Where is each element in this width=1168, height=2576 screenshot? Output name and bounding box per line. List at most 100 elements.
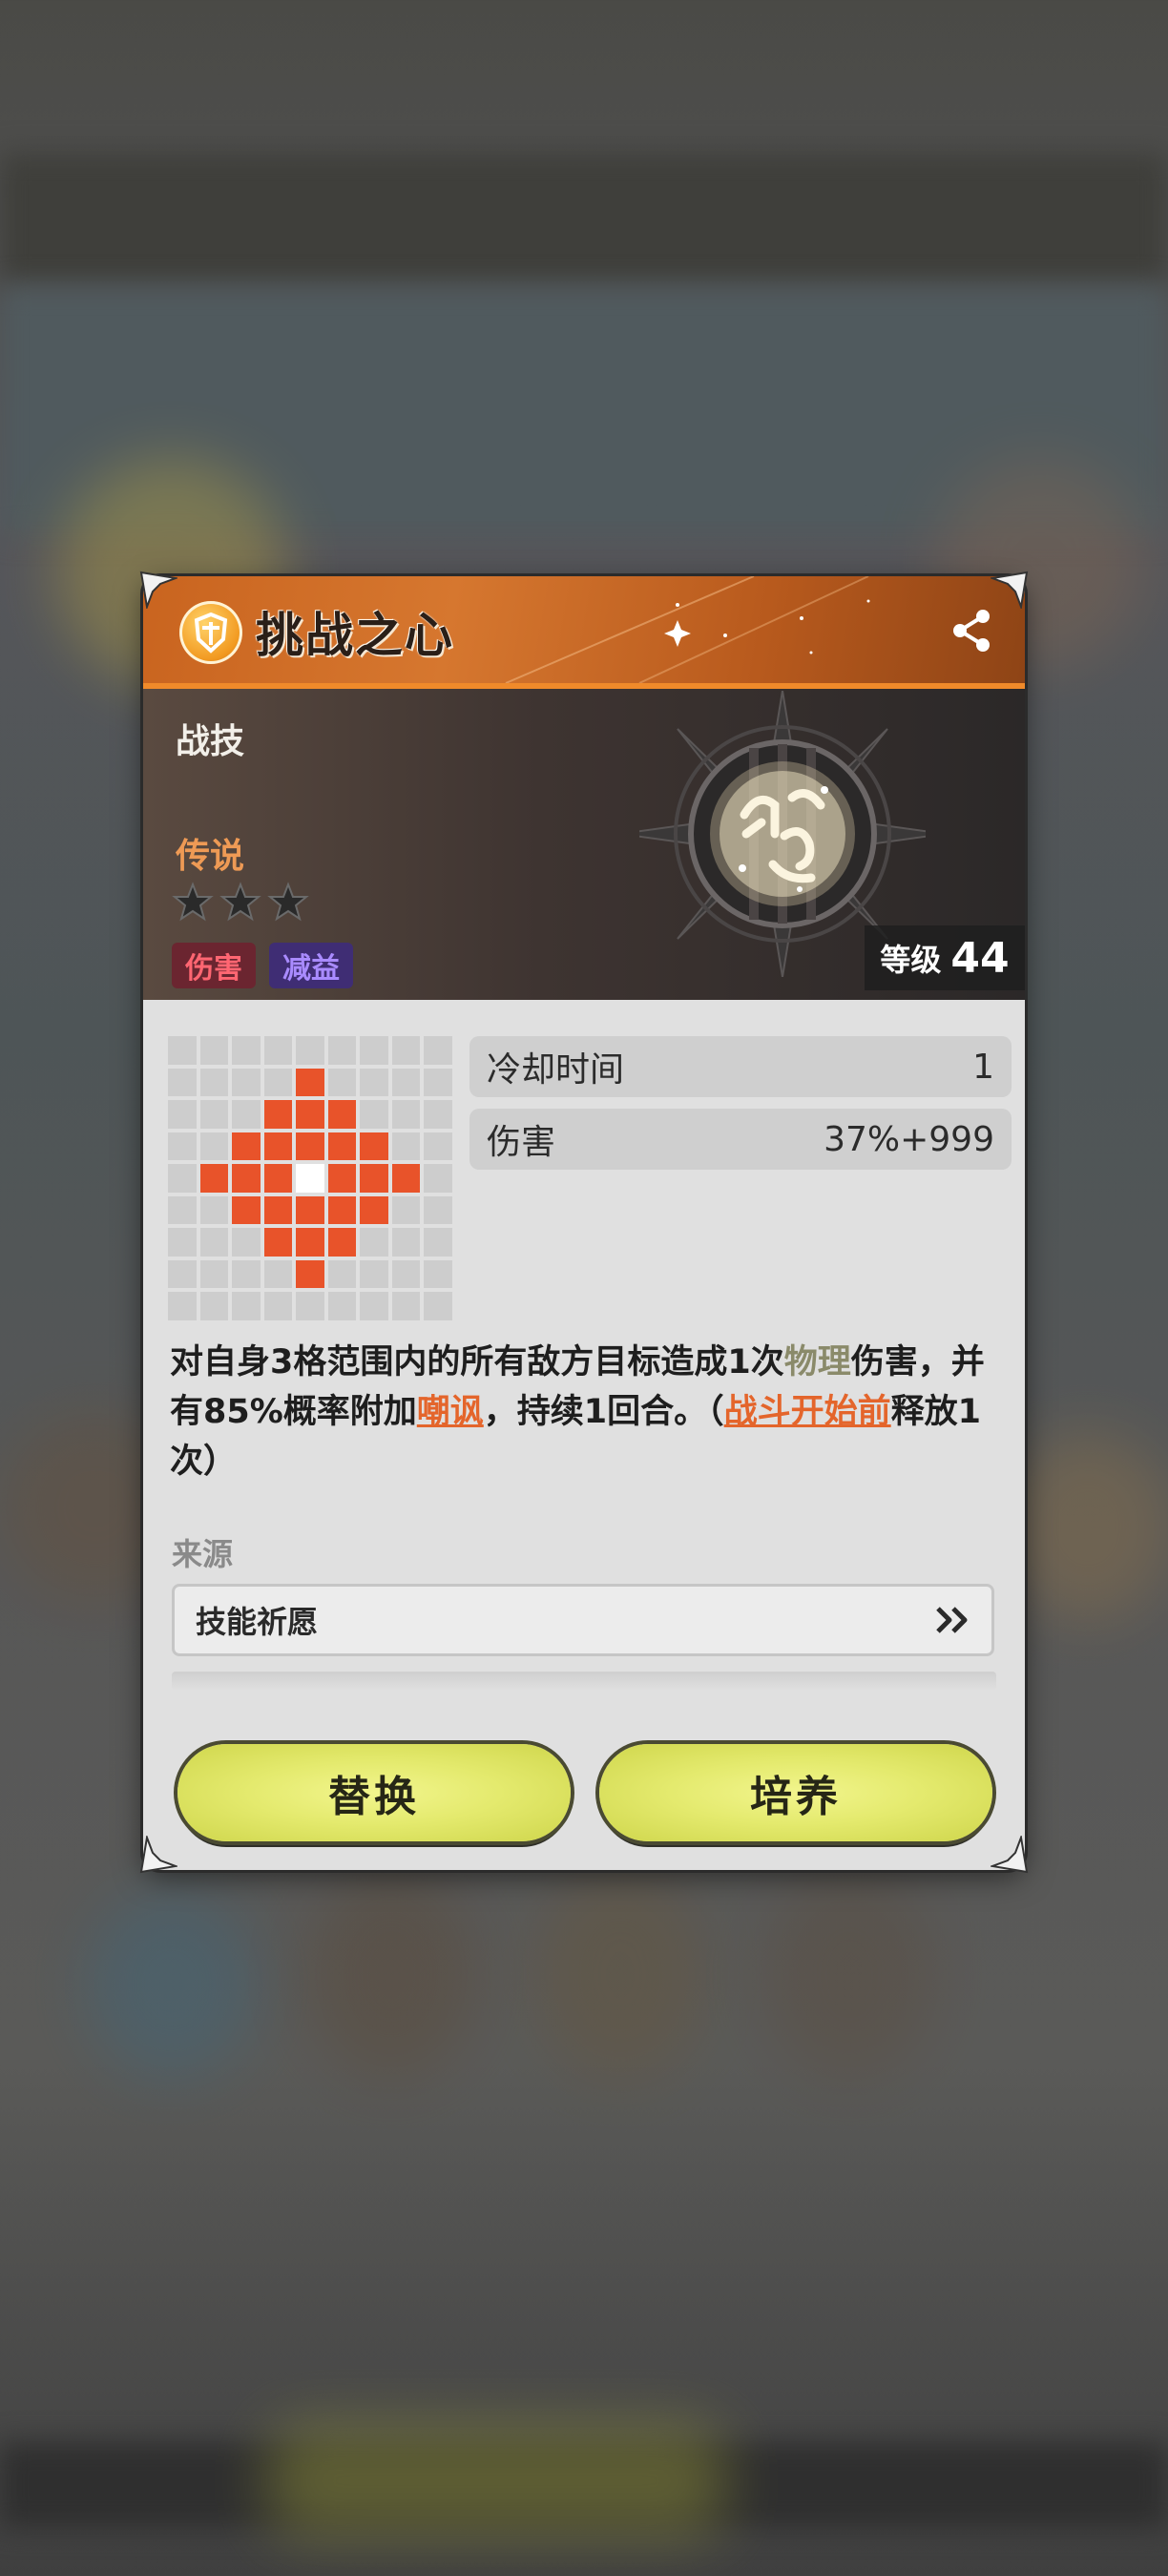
star-icon [267, 882, 309, 922]
grid-cell [199, 1259, 229, 1289]
grid-cell [327, 1259, 357, 1289]
skill-details: 冷却时间 1 伤害 37%+999 对自身3格范围内的所有敌方目标造成1次物理伤… [143, 1000, 1025, 1870]
tag-damage: 伤害 [172, 943, 256, 988]
grid-cell [360, 1036, 388, 1065]
desc-text: 对自身3格范围内的所有敌方目标造成1次 [170, 1343, 784, 1381]
attack-range-grid [168, 1036, 452, 1320]
grid-cell-hit [263, 1195, 293, 1225]
grid-cell [360, 1100, 388, 1129]
grid-cell-hit [327, 1164, 357, 1193]
grid-cell [232, 1228, 261, 1257]
grid-cell-hit [391, 1164, 421, 1193]
grid-cell-hit [263, 1164, 293, 1193]
skill-level: 等级 44 [865, 925, 1025, 990]
grid-cell [168, 1068, 197, 1097]
grid-cell-hit [327, 1132, 357, 1161]
grid-cell [424, 1132, 452, 1161]
source-value: 技能祈愿 [196, 1604, 319, 1640]
grid-cell-hit [263, 1228, 293, 1257]
grid-cell [263, 1068, 293, 1097]
grid-cell [232, 1100, 261, 1129]
keyword-physical[interactable]: 物理 [784, 1343, 851, 1381]
grid-cell-hit [296, 1100, 324, 1129]
title-bar: 挑战之心 [143, 576, 1025, 689]
grid-cell [424, 1292, 452, 1320]
grid-cell [168, 1292, 197, 1320]
grid-cell [168, 1036, 197, 1065]
grid-cell [199, 1100, 229, 1129]
frame-corner-ornament [139, 1836, 177, 1874]
grid-cell [424, 1228, 452, 1257]
grid-cell [424, 1068, 452, 1097]
source-button[interactable]: 技能祈愿 [172, 1584, 994, 1656]
grid-cell-hit [327, 1195, 357, 1225]
grid-cell [168, 1195, 197, 1225]
level-value: 44 [950, 933, 1010, 983]
damage-label: 伤害 [487, 1123, 556, 1162]
grid-cell [168, 1100, 197, 1129]
train-button-label: 培养 [750, 1773, 842, 1821]
level-label: 等级 [880, 942, 942, 978]
skill-info-panel: 战技 传说 伤害 减益 等级 44 [143, 689, 1025, 1000]
grid-cell-hit [232, 1132, 261, 1161]
grid-cell [296, 1292, 324, 1320]
grid-cell-hit [263, 1132, 293, 1161]
grid-cell [391, 1068, 421, 1097]
grid-cell-self [296, 1164, 324, 1193]
grid-cell-hit [296, 1228, 324, 1257]
grid-cell [424, 1100, 452, 1129]
grid-cell [199, 1068, 229, 1097]
replace-button-label: 替换 [328, 1773, 420, 1821]
grid-cell [327, 1036, 357, 1065]
frame-corner-ornament [991, 571, 1029, 609]
damage-row: 伤害 37%+999 [469, 1109, 1012, 1170]
grid-cell [168, 1228, 197, 1257]
grid-cell-hit [360, 1195, 388, 1225]
replace-button[interactable]: 替换 [177, 1744, 571, 1841]
grid-cell-hit [296, 1068, 324, 1097]
frame-corner-ornament [991, 1836, 1029, 1874]
star-icon [219, 882, 261, 922]
grid-cell [360, 1292, 388, 1320]
skill-tags: 伤害 减益 [172, 943, 353, 988]
grid-cell-hit [296, 1195, 324, 1225]
skill-card: 挑战之心 战技 传说 伤害 减益 等级 44 冷却时间 1 伤害 37%+999… [143, 576, 1025, 1870]
grid-cell [391, 1100, 421, 1129]
skill-category: 战技 [176, 722, 245, 761]
skill-type-icon [179, 601, 242, 664]
keyword-taunt-link[interactable]: 嘲讽 [417, 1393, 484, 1431]
star-rating [172, 882, 309, 924]
frame-corner-ornament [139, 571, 177, 609]
cooldown-row: 冷却时间 1 [469, 1036, 1012, 1097]
share-icon[interactable] [947, 605, 998, 656]
grid-cell [360, 1068, 388, 1097]
grid-cell [263, 1259, 293, 1289]
cooldown-value: 1 [972, 1047, 994, 1087]
train-button[interactable]: 培养 [599, 1744, 992, 1841]
grid-cell-hit [263, 1100, 293, 1129]
skill-description: 对自身3格范围内的所有敌方目标造成1次物理伤害，并有85%概率附加嘲讽，持续1回… [170, 1338, 1010, 1486]
keyword-pre-battle-link[interactable]: 战斗开始前 [724, 1393, 891, 1431]
grid-cell [296, 1036, 324, 1065]
grid-cell-hit [327, 1228, 357, 1257]
grid-cell [199, 1132, 229, 1161]
grid-cell [360, 1228, 388, 1257]
grid-cell [199, 1036, 229, 1065]
cooldown-label: 冷却时间 [487, 1050, 625, 1090]
grid-cell-hit [232, 1164, 261, 1193]
damage-value: 37%+999 [824, 1119, 994, 1159]
grid-cell [168, 1259, 197, 1289]
grid-cell [263, 1036, 293, 1065]
grid-cell-hit [360, 1164, 388, 1193]
grid-cell [424, 1164, 452, 1193]
grid-cell [199, 1292, 229, 1320]
source-label: 来源 [172, 1536, 234, 1572]
star-icon [172, 882, 214, 922]
skill-rarity: 传说 [176, 837, 245, 876]
grid-cell [424, 1195, 452, 1225]
grid-cell [232, 1259, 261, 1289]
double-chevron-right-icon [936, 1607, 968, 1633]
grid-cell [391, 1195, 421, 1225]
grid-cell [360, 1259, 388, 1289]
grid-cell-hit [232, 1195, 261, 1225]
